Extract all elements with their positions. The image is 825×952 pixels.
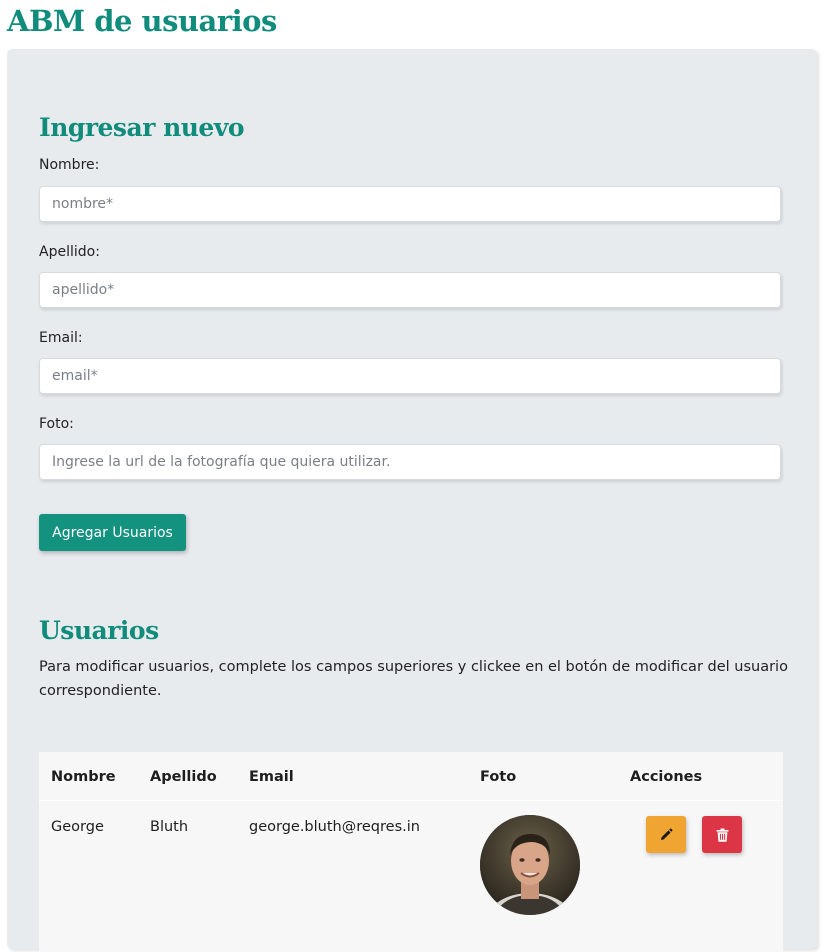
delete-user-button[interactable] (702, 816, 742, 853)
nombre-input[interactable] (39, 186, 781, 222)
email-label: Email: (39, 330, 83, 346)
main-panel: Ingresar nuevo Nombre: Apellido: Email: … (7, 49, 817, 952)
apellido-input[interactable] (39, 272, 781, 308)
edit-user-button[interactable] (646, 816, 686, 853)
cell-email: george.bluth@reqres.in (249, 819, 420, 835)
avatar (480, 815, 580, 915)
trash-icon (716, 828, 728, 842)
header-divider (39, 800, 783, 801)
nombre-label: Nombre: (39, 157, 100, 173)
column-header-foto: Foto (480, 769, 517, 785)
cell-nombre: George (51, 819, 104, 835)
add-user-button[interactable]: Agregar Usuarios (39, 514, 186, 551)
users-heading: Usuarios (39, 616, 159, 645)
column-header-nombre: Nombre (51, 769, 116, 785)
users-description: Para modificar usuarios, complete los ca… (39, 659, 788, 699)
form-heading: Ingresar nuevo (39, 113, 245, 142)
foto-url-input[interactable] (39, 444, 781, 480)
column-header-acciones: Acciones (630, 769, 703, 785)
foto-label: Foto: (39, 416, 74, 432)
page-title: ABM de usuarios (7, 4, 277, 38)
users-table: Nombre Apellido Email Foto Acciones Geor… (39, 752, 783, 952)
user-photo (480, 815, 580, 915)
column-header-email: Email (249, 769, 294, 785)
email-input[interactable] (39, 358, 781, 394)
apellido-label: Apellido: (39, 244, 100, 260)
pencil-icon (661, 828, 673, 840)
column-header-apellido: Apellido (150, 769, 217, 785)
cell-apellido: Bluth (150, 819, 189, 835)
